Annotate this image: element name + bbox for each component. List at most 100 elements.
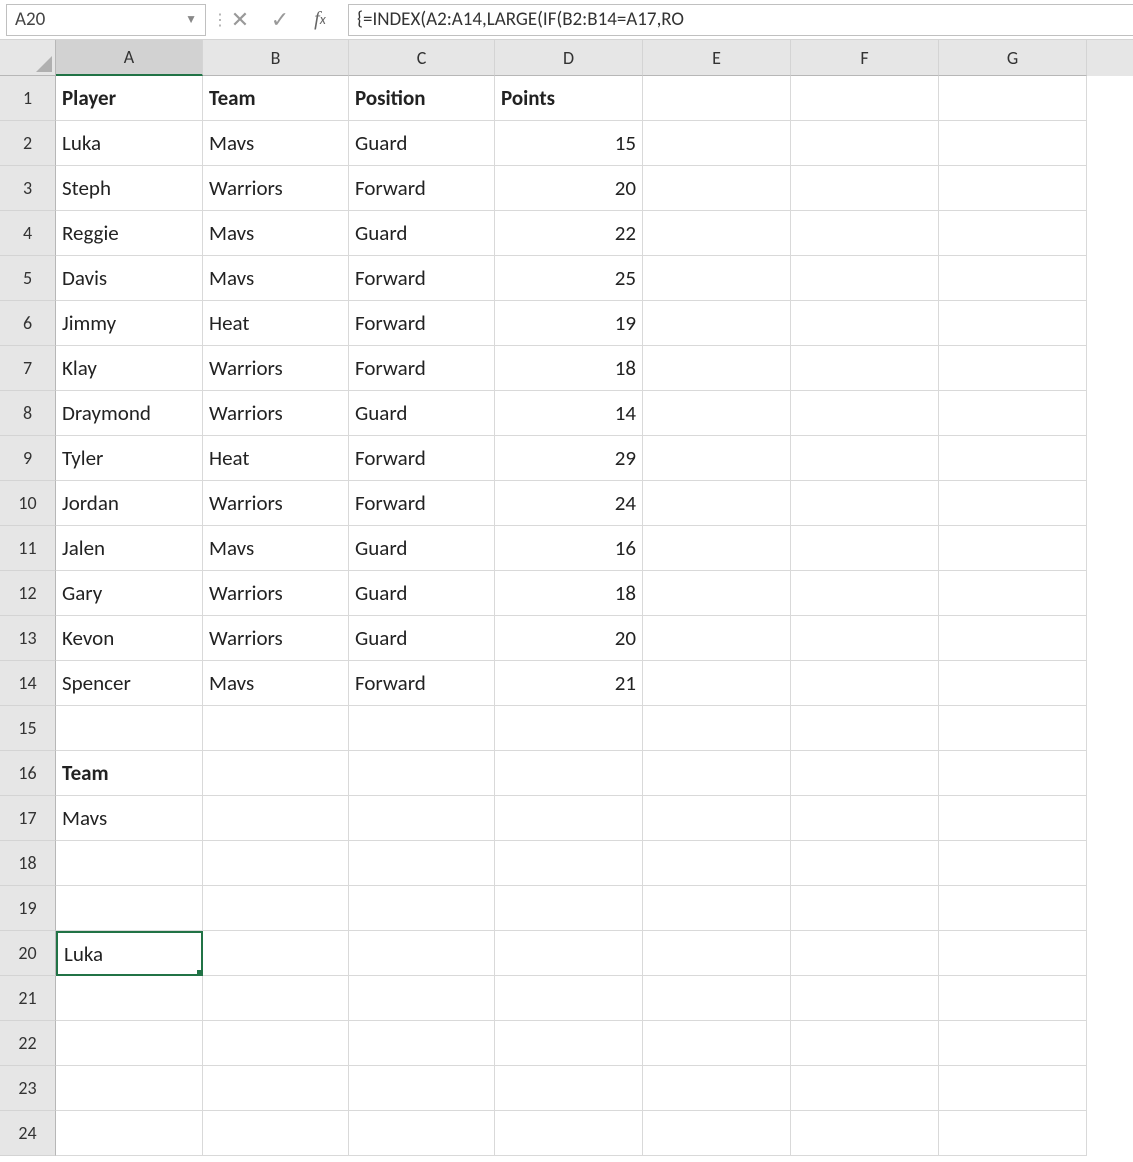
cell-E20[interactable] [643, 931, 791, 976]
cell-G12[interactable] [939, 571, 1087, 616]
cell-B9[interactable]: Heat [203, 436, 349, 481]
cell-D17[interactable] [495, 796, 643, 841]
cell-D18[interactable] [495, 841, 643, 886]
cell-B15[interactable] [203, 706, 349, 751]
cell-E17[interactable] [643, 796, 791, 841]
cell-E10[interactable] [643, 481, 791, 526]
cell-D21[interactable] [495, 976, 643, 1021]
cell-C9[interactable]: Forward [349, 436, 495, 481]
cell-A1[interactable]: Player [56, 76, 203, 121]
cell-F8[interactable] [791, 391, 939, 436]
row-header-12[interactable]: 12 [0, 571, 56, 616]
cell-B14[interactable]: Mavs [203, 661, 349, 706]
cell-G15[interactable] [939, 706, 1087, 751]
column-header-F[interactable]: F [791, 40, 939, 76]
row-header-15[interactable]: 15 [0, 706, 56, 751]
column-header-C[interactable]: C [349, 40, 495, 76]
cell-D4[interactable]: 22 [495, 211, 643, 256]
cell-C7[interactable]: Forward [349, 346, 495, 391]
cell-E19[interactable] [643, 886, 791, 931]
formula-input[interactable]: {=INDEX(A2:A14,LARGE(IF(B2:B14=A17,RO [348, 4, 1133, 36]
cell-F22[interactable] [791, 1021, 939, 1066]
cell-D19[interactable] [495, 886, 643, 931]
cell-F1[interactable] [791, 76, 939, 121]
cell-C16[interactable] [349, 751, 495, 796]
cell-A8[interactable]: Draymond [56, 391, 203, 436]
row-header-3[interactable]: 3 [0, 166, 56, 211]
cell-E13[interactable] [643, 616, 791, 661]
row-header-10[interactable]: 10 [0, 481, 56, 526]
cell-A22[interactable] [56, 1021, 203, 1066]
cell-E9[interactable] [643, 436, 791, 481]
cell-B8[interactable]: Warriors [203, 391, 349, 436]
cell-G1[interactable] [939, 76, 1087, 121]
cell-F18[interactable] [791, 841, 939, 886]
cell-C23[interactable] [349, 1066, 495, 1111]
cancel-icon[interactable]: ✕ [220, 4, 260, 36]
cell-G18[interactable] [939, 841, 1087, 886]
cell-D23[interactable] [495, 1066, 643, 1111]
cell-D20[interactable] [495, 931, 643, 976]
cell-F12[interactable] [791, 571, 939, 616]
cell-E18[interactable] [643, 841, 791, 886]
column-header-B[interactable]: B [203, 40, 349, 76]
cell-D9[interactable]: 29 [495, 436, 643, 481]
cell-B1[interactable]: Team [203, 76, 349, 121]
cell-C17[interactable] [349, 796, 495, 841]
cell-E7[interactable] [643, 346, 791, 391]
cell-G20[interactable] [939, 931, 1087, 976]
row-header-8[interactable]: 8 [0, 391, 56, 436]
cell-E8[interactable] [643, 391, 791, 436]
cell-G9[interactable] [939, 436, 1087, 481]
row-header-9[interactable]: 9 [0, 436, 56, 481]
cell-D16[interactable] [495, 751, 643, 796]
cell-E3[interactable] [643, 166, 791, 211]
cell-C15[interactable] [349, 706, 495, 751]
cell-G13[interactable] [939, 616, 1087, 661]
cell-E12[interactable] [643, 571, 791, 616]
cell-B7[interactable]: Warriors [203, 346, 349, 391]
cell-G6[interactable] [939, 301, 1087, 346]
cell-B23[interactable] [203, 1066, 349, 1111]
cell-G10[interactable] [939, 481, 1087, 526]
cell-A14[interactable]: Spencer [56, 661, 203, 706]
cell-D7[interactable]: 18 [495, 346, 643, 391]
cell-C20[interactable] [349, 931, 495, 976]
cell-C24[interactable] [349, 1111, 495, 1156]
row-header-18[interactable]: 18 [0, 841, 56, 886]
cell-A16[interactable]: Team [56, 751, 203, 796]
cell-F6[interactable] [791, 301, 939, 346]
cell-G3[interactable] [939, 166, 1087, 211]
cell-F3[interactable] [791, 166, 939, 211]
cell-B3[interactable]: Warriors [203, 166, 349, 211]
column-header-E[interactable]: E [643, 40, 791, 76]
cell-C18[interactable] [349, 841, 495, 886]
cell-D24[interactable] [495, 1111, 643, 1156]
cell-D22[interactable] [495, 1021, 643, 1066]
cell-F19[interactable] [791, 886, 939, 931]
cell-G17[interactable] [939, 796, 1087, 841]
cell-A18[interactable] [56, 841, 203, 886]
cell-E2[interactable] [643, 121, 791, 166]
cell-B2[interactable]: Mavs [203, 121, 349, 166]
cell-C6[interactable]: Forward [349, 301, 495, 346]
cell-C22[interactable] [349, 1021, 495, 1066]
column-header-G[interactable]: G [939, 40, 1087, 76]
row-header-5[interactable]: 5 [0, 256, 56, 301]
cell-F14[interactable] [791, 661, 939, 706]
cell-A6[interactable]: Jimmy [56, 301, 203, 346]
enter-icon[interactable]: ✓ [260, 4, 300, 36]
cell-F15[interactable] [791, 706, 939, 751]
cell-A4[interactable]: Reggie [56, 211, 203, 256]
cell-G11[interactable] [939, 526, 1087, 571]
column-header-A[interactable]: A [56, 40, 203, 76]
cell-B19[interactable] [203, 886, 349, 931]
cell-E4[interactable] [643, 211, 791, 256]
cell-F5[interactable] [791, 256, 939, 301]
cell-G24[interactable] [939, 1111, 1087, 1156]
cell-B21[interactable] [203, 976, 349, 1021]
cell-B13[interactable]: Warriors [203, 616, 349, 661]
cell-B5[interactable]: Mavs [203, 256, 349, 301]
cell-C5[interactable]: Forward [349, 256, 495, 301]
cell-D13[interactable]: 20 [495, 616, 643, 661]
